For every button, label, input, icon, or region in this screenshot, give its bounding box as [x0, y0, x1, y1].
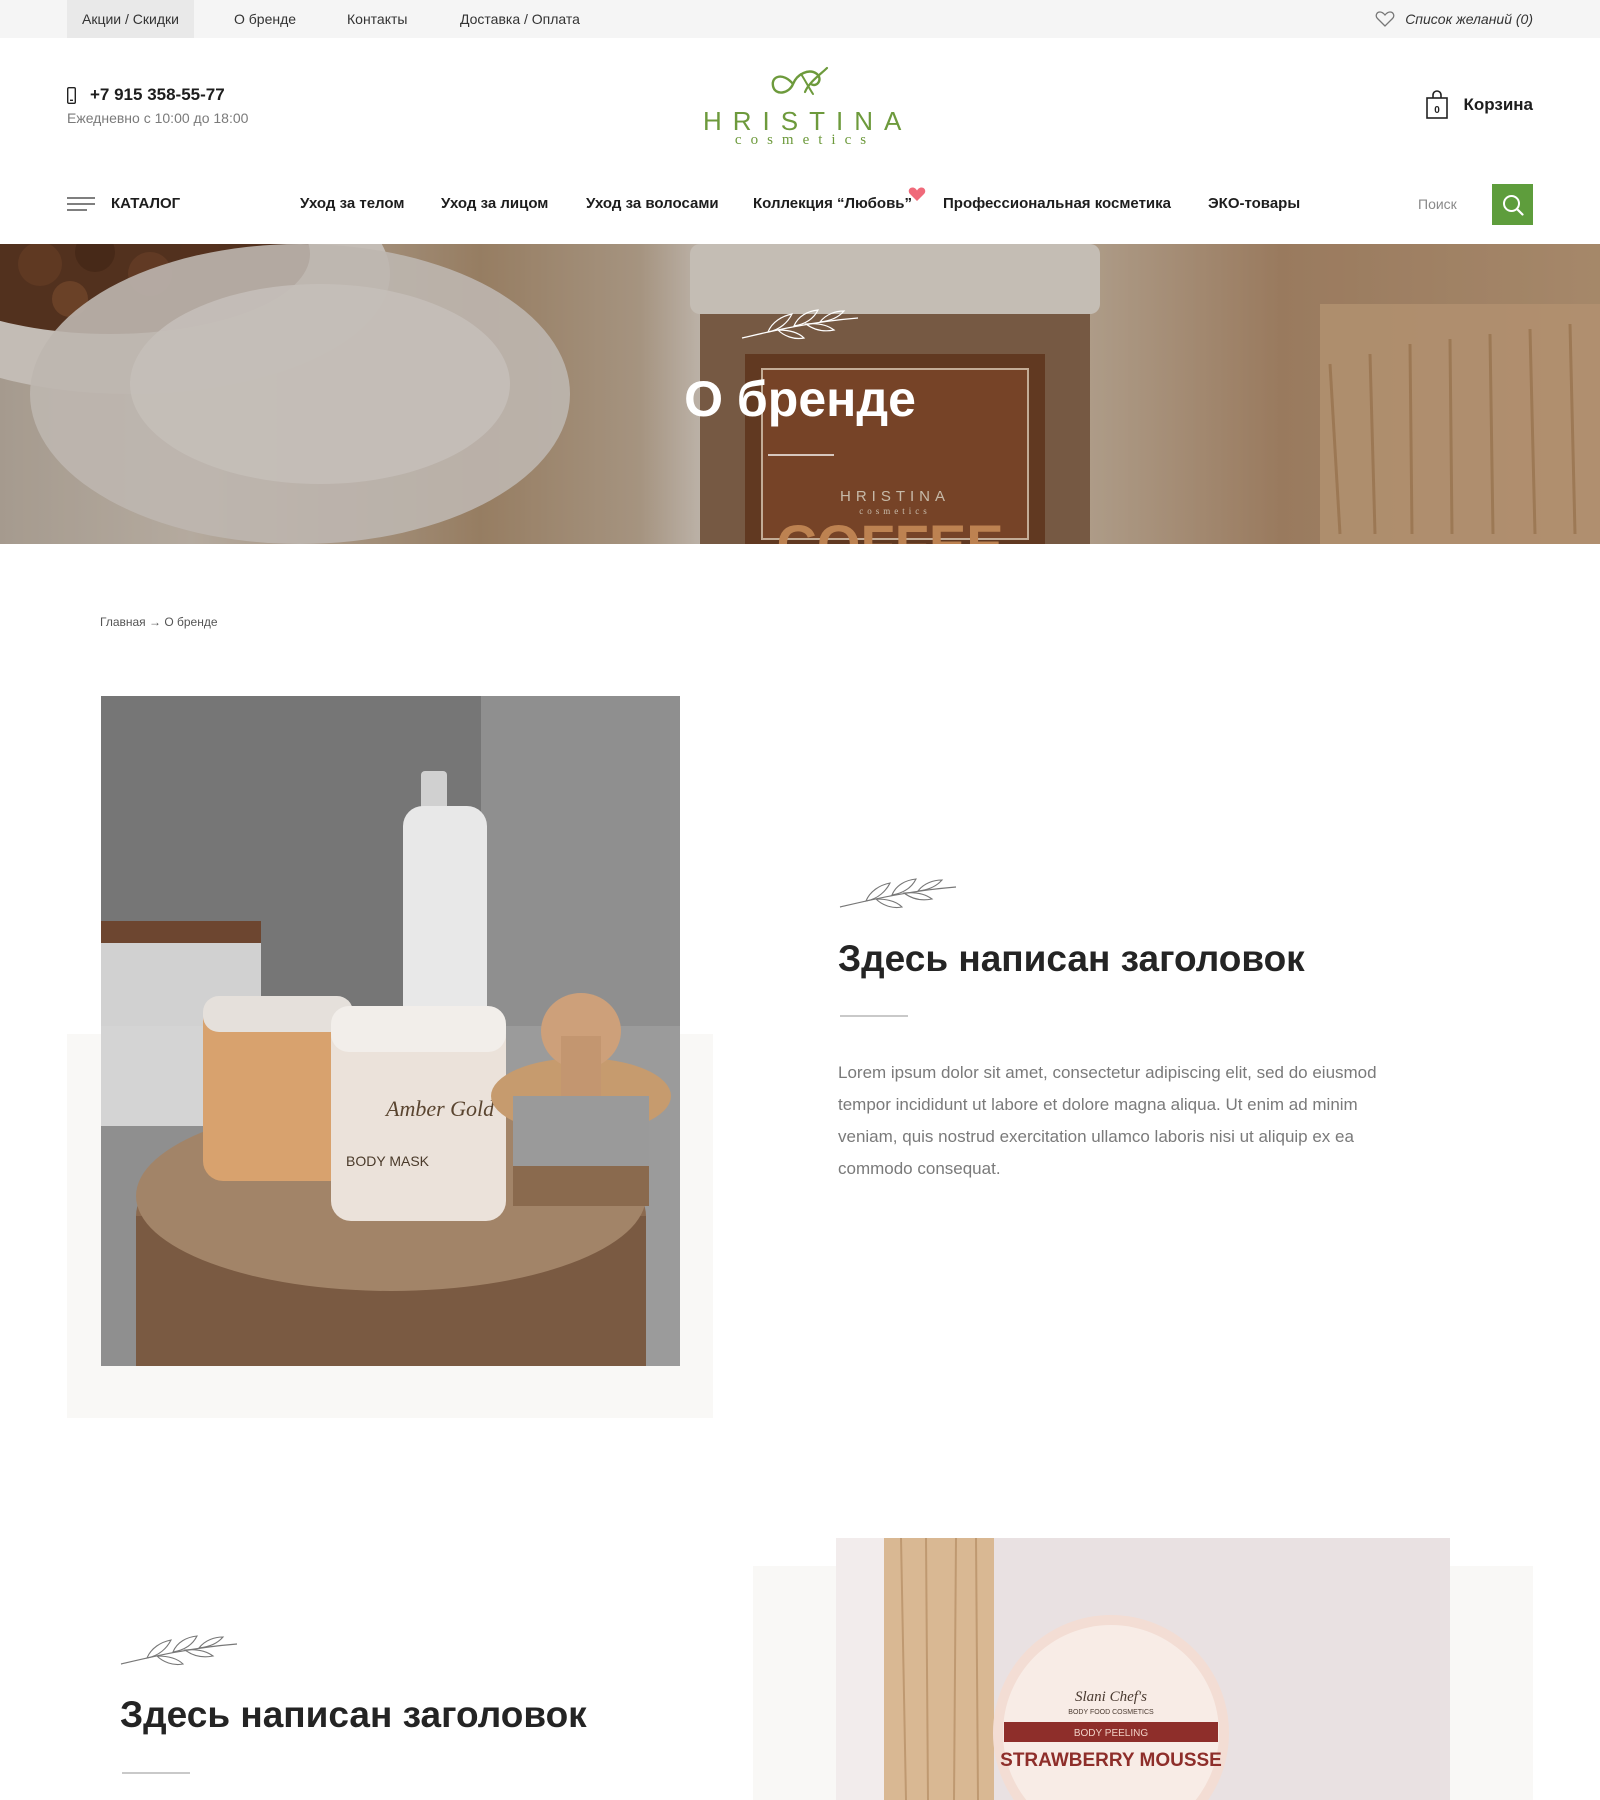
- strawberry-mousse-photo-illustration: Slani Chef's BODY FOOD COSMETICS BODY PE…: [836, 1538, 1450, 1800]
- nav-item-eco[interactable]: ЭКО-товары: [1208, 195, 1300, 212]
- nav-item-body-care[interactable]: Уход за телом: [300, 195, 404, 212]
- logo-monogram-icon: [771, 66, 829, 95]
- mobile-phone-icon: [67, 86, 76, 104]
- section2-divider: [122, 1772, 190, 1774]
- section2-photo: Slani Chef's BODY FOOD COSMETICS BODY PE…: [836, 1538, 1450, 1800]
- leaf-ornament-icon: [741, 309, 859, 340]
- jar2-type-text: BODY PEELING: [1074, 1728, 1149, 1739]
- jar2-name-text: STRAWBERRY MOUSSE: [1000, 1750, 1222, 1771]
- section1-paragraph: Lorem ipsum dolor sit amet, consectetur …: [838, 1063, 1377, 1178]
- jar2-brand-sub-text: BODY FOOD COSMETICS: [1068, 1709, 1154, 1716]
- section1-heading: Здесь написан заголовок: [838, 938, 1305, 979]
- heart-badge-icon: [908, 187, 926, 201]
- menu-icon: [67, 196, 95, 211]
- brand-logo[interactable]: HRISTINA cosmetics: [695, 62, 905, 152]
- title-divider: [768, 454, 834, 456]
- leaf-ornament-icon: [120, 1635, 238, 1666]
- leaf-ornament-icon: [839, 878, 957, 909]
- nav-item-hair-care[interactable]: Уход за волосами: [586, 195, 719, 212]
- hero-banner: HRISTINA cosmetics COFFEE О бренде: [0, 244, 1600, 544]
- nav-item-face-care[interactable]: Уход за лицом: [441, 195, 548, 212]
- phone-number[interactable]: +7 915 358-55-77: [67, 85, 225, 105]
- jar2-brand-text: Slani Chef's: [1075, 1689, 1147, 1705]
- topbar-link-about[interactable]: О бренде: [234, 0, 296, 38]
- catalog-button[interactable]: КАТАЛОГ: [67, 195, 180, 212]
- catalog-label: КАТАЛОГ: [111, 195, 181, 212]
- section1-divider: [840, 1015, 908, 1017]
- search-icon: [1502, 194, 1524, 216]
- topbar-link-delivery[interactable]: Доставка / Оплата: [460, 0, 580, 38]
- cart-button[interactable]: 0 Корзина: [1425, 90, 1533, 120]
- section2-heading: Здесь написан заголовок: [120, 1694, 587, 1735]
- topbar-link-sales[interactable]: Акции / Скидки: [67, 0, 194, 38]
- breadcrumb[interactable]: Главная → О бренде: [100, 615, 218, 629]
- jar-mask-text: BODY MASK: [346, 1153, 430, 1169]
- phone-text: +7 915 358-55-77: [90, 85, 225, 104]
- search-input[interactable]: Поиск: [1418, 196, 1457, 212]
- page-title: О бренде: [684, 371, 916, 427]
- cart-count: 0: [1435, 105, 1441, 116]
- heart-icon: [1375, 11, 1395, 27]
- cart-label: Корзина: [1463, 95, 1533, 114]
- nav-item-professional[interactable]: Профессиональная косметика: [943, 195, 1171, 212]
- section1-photo: Amber Gold BODY MASK: [101, 696, 680, 1366]
- topbar-link-contacts[interactable]: Контакты: [347, 0, 407, 38]
- cosmetics-photo-illustration: Amber Gold BODY MASK: [101, 696, 680, 1366]
- shopping-bag-icon: 0: [1426, 90, 1449, 119]
- top-bar: Акции / Скидки О бренде Контакты Доставк…: [0, 0, 1600, 38]
- search-button[interactable]: [1492, 184, 1533, 225]
- working-hours: Ежедневно с 10:00 до 18:00: [67, 110, 249, 126]
- jar-amber-text: Amber Gold: [384, 1096, 495, 1121]
- wishlist-label: Список желаний (0): [1405, 11, 1533, 27]
- logo-subtext: cosmetics: [734, 132, 876, 148]
- nav-item-love-collection[interactable]: Коллекция “Любовь”: [753, 195, 912, 212]
- wishlist-link[interactable]: Список желаний (0): [1375, 0, 1533, 38]
